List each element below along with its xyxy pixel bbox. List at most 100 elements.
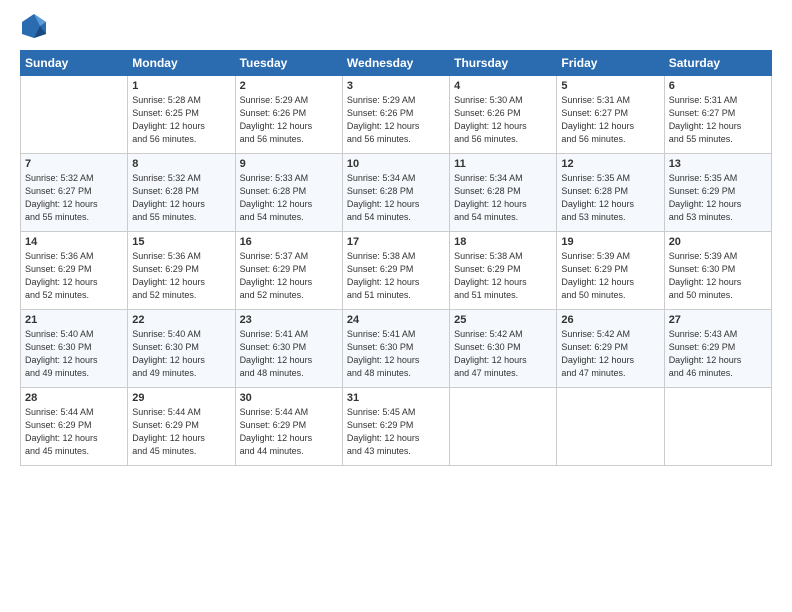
calendar-cell: 28 Sunrise: 5:44 AM Sunset: 6:29 PM Dayli…: [21, 388, 128, 466]
calendar-cell: 16 Sunrise: 5:37 AM Sunset: 6:29 PM Dayli…: [235, 232, 342, 310]
day-number: 23: [240, 314, 338, 326]
day-number: 18: [454, 236, 552, 248]
calendar-cell: 13 Sunrise: 5:35 AM Sunset: 6:29 PM Dayli…: [664, 154, 771, 232]
day-info: Sunrise: 5:43 AM Sunset: 6:29 PM Dayligh…: [669, 328, 767, 380]
calendar-cell: [450, 388, 557, 466]
calendar-cell: 17Sunrise: 5:38 AM Sunset: 6:29 PM Dayli…: [342, 232, 449, 310]
col-header-sunday: Sunday: [21, 51, 128, 76]
day-number: 8: [132, 158, 230, 170]
day-number: 13: [669, 158, 767, 170]
col-header-monday: Monday: [128, 51, 235, 76]
calendar-cell: 8 Sunrise: 5:32 AM Sunset: 6:28 PM Daylig…: [128, 154, 235, 232]
col-header-wednesday: Wednesday: [342, 51, 449, 76]
day-number: 19: [561, 236, 659, 248]
day-info: Sunrise: 5:44 AM Sunset: 6:29 PM Dayligh…: [25, 406, 123, 458]
calendar-cell: 9 Sunrise: 5:33 AM Sunset: 6:28 PM Daylig…: [235, 154, 342, 232]
week-row-3: 14Sunrise: 5:36 AM Sunset: 6:29 PM Dayli…: [21, 232, 772, 310]
day-number: 9: [240, 158, 338, 170]
day-info: Sunrise: 5:31 AM Sunset: 6:27 PM Dayligh…: [669, 94, 767, 146]
logo: [20, 16, 52, 40]
day-info: Sunrise: 5:35 AM Sunset: 6:28 PM Dayligh…: [561, 172, 659, 224]
day-number: 2: [240, 80, 338, 92]
calendar-cell: 26 Sunrise: 5:42 AM Sunset: 6:29 PM Dayli…: [557, 310, 664, 388]
day-info: Sunrise: 5:41 AM Sunset: 6:30 PM Dayligh…: [347, 328, 445, 380]
day-info: Sunrise: 5:37 AM Sunset: 6:29 PM Dayligh…: [240, 250, 338, 302]
day-number: 6: [669, 80, 767, 92]
calendar-cell: 21Sunrise: 5:40 AM Sunset: 6:30 PM Dayli…: [21, 310, 128, 388]
calendar-cell: 27 Sunrise: 5:43 AM Sunset: 6:29 PM Dayli…: [664, 310, 771, 388]
day-info: Sunrise: 5:31 AM Sunset: 6:27 PM Dayligh…: [561, 94, 659, 146]
day-info: Sunrise: 5:44 AM Sunset: 6:29 PM Dayligh…: [240, 406, 338, 458]
day-number: 28: [25, 392, 123, 404]
day-number: 10: [347, 158, 445, 170]
calendar-cell: 19 Sunrise: 5:39 AM Sunset: 6:29 PM Dayli…: [557, 232, 664, 310]
day-info: Sunrise: 5:30 AM Sunset: 6:26 PM Dayligh…: [454, 94, 552, 146]
day-number: 15: [132, 236, 230, 248]
day-number: 24: [347, 314, 445, 326]
calendar-cell: 12 Sunrise: 5:35 AM Sunset: 6:28 PM Dayli…: [557, 154, 664, 232]
day-number: 1: [132, 80, 230, 92]
day-number: 16: [240, 236, 338, 248]
calendar-cell: [557, 388, 664, 466]
calendar-cell: 3 Sunrise: 5:29 AM Sunset: 6:26 PM Daylig…: [342, 76, 449, 154]
day-number: 27: [669, 314, 767, 326]
day-info: Sunrise: 5:39 AM Sunset: 6:30 PM Dayligh…: [669, 250, 767, 302]
calendar-cell: 23 Sunrise: 5:41 AM Sunset: 6:30 PM Dayli…: [235, 310, 342, 388]
header: [20, 16, 772, 40]
day-info: Sunrise: 5:34 AM Sunset: 6:28 PM Dayligh…: [454, 172, 552, 224]
day-number: 4: [454, 80, 552, 92]
day-info: Sunrise: 5:28 AM Sunset: 6:25 PM Dayligh…: [132, 94, 230, 146]
calendar-cell: 15 Sunrise: 5:36 AM Sunset: 6:29 PM Dayli…: [128, 232, 235, 310]
calendar-cell: [21, 76, 128, 154]
week-row-1: 1 Sunrise: 5:28 AM Sunset: 6:25 PM Daylig…: [21, 76, 772, 154]
col-header-thursday: Thursday: [450, 51, 557, 76]
day-number: 3: [347, 80, 445, 92]
day-number: 17: [347, 236, 445, 248]
day-info: Sunrise: 5:38 AM Sunset: 6:29 PM Dayligh…: [454, 250, 552, 302]
day-info: Sunrise: 5:41 AM Sunset: 6:30 PM Dayligh…: [240, 328, 338, 380]
week-row-2: 7Sunrise: 5:32 AM Sunset: 6:27 PM Daylig…: [21, 154, 772, 232]
calendar-cell: 22Sunrise: 5:40 AM Sunset: 6:30 PM Dayli…: [128, 310, 235, 388]
calendar-cell: 20 Sunrise: 5:39 AM Sunset: 6:30 PM Dayli…: [664, 232, 771, 310]
day-info: Sunrise: 5:42 AM Sunset: 6:30 PM Dayligh…: [454, 328, 552, 380]
day-number: 25: [454, 314, 552, 326]
calendar-cell: 11 Sunrise: 5:34 AM Sunset: 6:28 PM Dayli…: [450, 154, 557, 232]
calendar-cell: 1 Sunrise: 5:28 AM Sunset: 6:25 PM Daylig…: [128, 76, 235, 154]
day-number: 12: [561, 158, 659, 170]
day-info: Sunrise: 5:34 AM Sunset: 6:28 PM Dayligh…: [347, 172, 445, 224]
day-number: 5: [561, 80, 659, 92]
calendar-cell: 7Sunrise: 5:32 AM Sunset: 6:27 PM Daylig…: [21, 154, 128, 232]
day-info: Sunrise: 5:40 AM Sunset: 6:30 PM Dayligh…: [132, 328, 230, 380]
day-info: Sunrise: 5:39 AM Sunset: 6:29 PM Dayligh…: [561, 250, 659, 302]
day-number: 20: [669, 236, 767, 248]
col-header-tuesday: Tuesday: [235, 51, 342, 76]
col-header-saturday: Saturday: [664, 51, 771, 76]
day-info: Sunrise: 5:29 AM Sunset: 6:26 PM Dayligh…: [240, 94, 338, 146]
day-info: Sunrise: 5:40 AM Sunset: 6:30 PM Dayligh…: [25, 328, 123, 380]
day-info: Sunrise: 5:36 AM Sunset: 6:29 PM Dayligh…: [132, 250, 230, 302]
logo-icon: [20, 12, 48, 40]
calendar-cell: 6 Sunrise: 5:31 AM Sunset: 6:27 PM Daylig…: [664, 76, 771, 154]
calendar-cell: 2 Sunrise: 5:29 AM Sunset: 6:26 PM Daylig…: [235, 76, 342, 154]
day-info: Sunrise: 5:42 AM Sunset: 6:29 PM Dayligh…: [561, 328, 659, 380]
day-info: Sunrise: 5:32 AM Sunset: 6:28 PM Dayligh…: [132, 172, 230, 224]
calendar-cell: 30 Sunrise: 5:44 AM Sunset: 6:29 PM Dayli…: [235, 388, 342, 466]
day-info: Sunrise: 5:36 AM Sunset: 6:29 PM Dayligh…: [25, 250, 123, 302]
calendar-cell: [664, 388, 771, 466]
calendar-cell: 29Sunrise: 5:44 AM Sunset: 6:29 PM Dayli…: [128, 388, 235, 466]
calendar-cell: 31Sunrise: 5:45 AM Sunset: 6:29 PM Dayli…: [342, 388, 449, 466]
week-row-5: 28 Sunrise: 5:44 AM Sunset: 6:29 PM Dayli…: [21, 388, 772, 466]
calendar-table: SundayMondayTuesdayWednesdayThursdayFrid…: [20, 50, 772, 466]
day-number: 29: [132, 392, 230, 404]
day-number: 26: [561, 314, 659, 326]
header-row: SundayMondayTuesdayWednesdayThursdayFrid…: [21, 51, 772, 76]
day-info: Sunrise: 5:29 AM Sunset: 6:26 PM Dayligh…: [347, 94, 445, 146]
day-number: 11: [454, 158, 552, 170]
calendar-cell: 18 Sunrise: 5:38 AM Sunset: 6:29 PM Dayli…: [450, 232, 557, 310]
day-info: Sunrise: 5:33 AM Sunset: 6:28 PM Dayligh…: [240, 172, 338, 224]
week-row-4: 21Sunrise: 5:40 AM Sunset: 6:30 PM Dayli…: [21, 310, 772, 388]
day-info: Sunrise: 5:45 AM Sunset: 6:29 PM Dayligh…: [347, 406, 445, 458]
calendar-cell: 10 Sunrise: 5:34 AM Sunset: 6:28 PM Dayli…: [342, 154, 449, 232]
day-number: 30: [240, 392, 338, 404]
day-info: Sunrise: 5:35 AM Sunset: 6:29 PM Dayligh…: [669, 172, 767, 224]
